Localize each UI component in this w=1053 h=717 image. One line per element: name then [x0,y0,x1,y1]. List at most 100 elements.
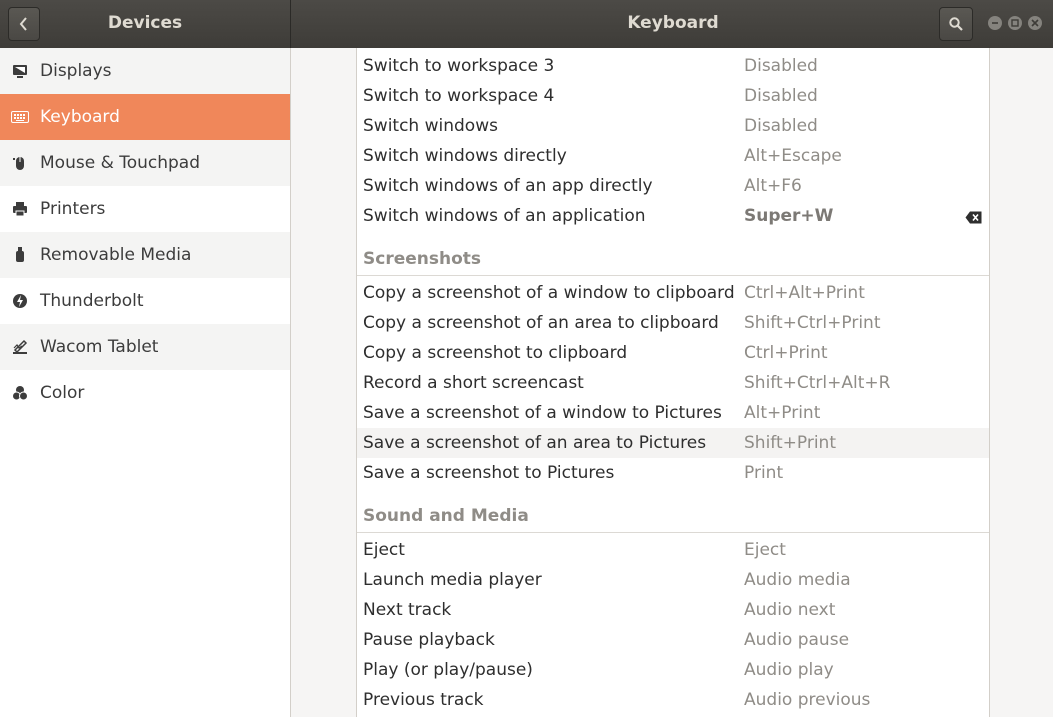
shortcut-name: Pause playback [363,630,495,650]
shortcut-accel: Print [744,463,784,483]
shortcut-row[interactable]: Save a screenshot to Pictures Print [357,458,989,488]
sidebar-item-wacom-tablet[interactable]: Wacom Tablet [0,324,290,370]
shortcut-name: Next track [363,600,452,620]
shortcut-name: Switch to workspace 4 [363,86,555,106]
shortcut-row[interactable]: Launch media player Audio media [357,565,989,595]
shortcut-name: Save a screenshot of an area to Pictures [363,433,707,453]
sidebar-item-label: Thunderbolt [40,291,144,311]
sidebar-item-displays[interactable]: Displays [0,48,290,94]
shortcut-name: Switch windows of an app directly [363,176,653,196]
shortcut-row[interactable]: Copy a screenshot to clipboard Ctrl+Prin… [357,338,989,368]
display-icon [0,63,40,79]
shortcut-row[interactable]: Pause playback Audio pause [357,625,989,655]
sidebar-item-label: Removable Media [40,245,192,265]
sidebar-item-removable-media[interactable]: Removable Media [0,232,290,278]
shortcut-accel: Alt+Escape [744,146,842,166]
maximize-icon [1011,19,1019,27]
shortcut-name: Switch windows directly [363,146,567,166]
sidebar-item-label: Displays [40,61,112,81]
shortcut-accel: Ctrl+Print [744,343,828,363]
shortcut-name: Eject [363,540,405,560]
shortcut-row[interactable]: Record a short screencast Shift+Ctrl+Alt… [357,368,989,398]
sidebar-item-thunderbolt[interactable]: Thunderbolt [0,278,290,324]
shortcut-accel: Audio next [744,600,836,620]
sidebar-item-mouse-touchpad[interactable]: Mouse & Touchpad [0,140,290,186]
shortcut-accel: Shift+Print [744,433,836,453]
sidebar-item-label: Printers [40,199,106,219]
shortcut-name: Record a short screencast [363,373,584,393]
shortcut-accel: Audio play [744,660,834,680]
shortcut-name: Copy a screenshot to clipboard [363,343,628,363]
close-icon [1031,19,1039,27]
shortcut-accel: Alt+Print [744,403,821,423]
search-button[interactable] [939,7,973,41]
shortcut-name: Previous track [363,690,484,710]
reset-shortcut-icon[interactable] [965,209,982,229]
shortcut-accel: Shift+Ctrl+Print [744,313,881,333]
shortcut-name: Launch media player [363,570,542,590]
shortcuts-view: Switch to workspace 3 Disabled Switch to… [291,48,1053,717]
shortcut-accel: Eject [744,540,786,560]
shortcut-name: Save a screenshot of a window to Picture… [363,403,722,423]
maximize-button[interactable] [1008,16,1022,30]
section-title: Sound and Media [363,506,529,526]
sidebar-item-label: Mouse & Touchpad [40,153,201,173]
shortcut-name: Copy a screenshot of a window to clipboa… [363,283,735,303]
shortcut-row[interactable]: Switch windows of an application Super+W [357,201,989,231]
shortcut-name: Play (or play/pause) [363,660,533,680]
shortcut-name: Save a screenshot to Pictures [363,463,615,483]
shortcut-accel: Disabled [744,56,818,76]
shortcut-accel: Alt+F6 [744,176,802,196]
keyboard-icon [0,111,40,123]
header-bar: Devices Keyboard [0,0,1053,48]
sidebar: Displays Keyboard Mouse & Touchpad Print… [0,48,291,717]
shortcuts-list: Switch to workspace 3 Disabled Switch to… [356,48,990,717]
sidebar-item-label: Color [40,383,85,403]
mouse-icon [0,155,40,171]
shortcut-accel: Audio previous [744,690,871,710]
shortcut-row[interactable]: Switch windows directly Alt+Escape [357,141,989,171]
shortcut-row[interactable]: Save a screenshot of a window to Picture… [357,398,989,428]
minimize-icon [992,22,998,24]
minimize-button[interactable] [988,16,1002,30]
usb-drive-icon [0,247,40,263]
shortcut-row[interactable]: Play (or play/pause) Audio play [357,655,989,685]
sidebar-item-color[interactable]: Color [0,370,290,416]
shortcut-row[interactable]: Eject Eject [357,535,989,565]
search-icon [949,17,963,31]
shortcut-name: Copy a screenshot of an area to clipboar… [363,313,719,333]
thunderbolt-icon [0,293,40,309]
shortcut-row[interactable]: Copy a screenshot of a window to clipboa… [357,278,989,308]
shortcut-accel: Audio pause [744,630,850,650]
shortcut-row[interactable]: Copy a screenshot of an area to clipboar… [357,308,989,338]
shortcut-row[interactable]: Save a screenshot of an area to Pictures… [357,428,989,458]
shortcut-accel: Super+W [744,206,834,226]
color-icon [0,385,40,401]
sidebar-item-label: Keyboard [40,107,120,127]
shortcut-name: Switch windows [363,116,498,136]
section-header-sound-media: Sound and Media [357,502,989,533]
shortcut-accel: Shift+Ctrl+Alt+R [744,373,891,393]
close-button[interactable] [1028,16,1042,30]
shortcut-name: Switch to workspace 3 [363,56,555,76]
sidebar-header: Devices [0,0,290,48]
section-header-screenshots: Screenshots [357,245,989,276]
tablet-icon [0,339,40,355]
shortcut-row[interactable]: Next track Audio next [357,595,989,625]
shortcut-row[interactable]: Previous track Audio previous [357,685,989,715]
printer-icon [0,201,40,217]
shortcut-row[interactable]: Switch windows Disabled [357,111,989,141]
section-title: Screenshots [363,249,482,269]
shortcut-name: Switch windows of an application [363,206,646,226]
shortcut-accel: Audio media [744,570,851,590]
shortcut-row[interactable]: Switch to workspace 3 Disabled [357,51,989,81]
sidebar-title: Devices [107,13,183,33]
shortcut-accel: Ctrl+Alt+Print [744,283,865,303]
sidebar-item-keyboard[interactable]: Keyboard [0,94,290,140]
sidebar-item-label: Wacom Tablet [40,337,159,357]
shortcut-row[interactable]: Switch to workspace 4 Disabled [357,81,989,111]
sidebar-item-printers[interactable]: Printers [0,186,290,232]
shortcut-accel: Disabled [744,86,818,106]
shortcut-accel: Disabled [744,116,818,136]
shortcut-row[interactable]: Switch windows of an app directly Alt+F6 [357,171,989,201]
